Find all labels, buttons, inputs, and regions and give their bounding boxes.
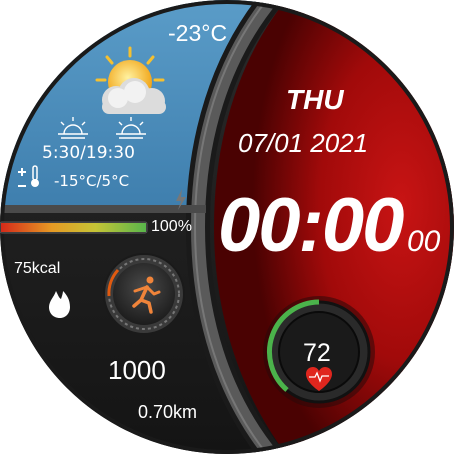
steps-count: 1000: [108, 355, 166, 385]
weekday: THU: [286, 84, 344, 115]
date: 07/01 2021: [238, 128, 369, 158]
sunrise-sunset-times: 5:30/19:30: [42, 143, 135, 163]
temperature-range: -15°C/5°C: [54, 172, 130, 190]
current-temperature: -23°C: [168, 20, 228, 46]
workout-button[interactable]: [103, 253, 185, 335]
calories-value: 75kcal: [14, 260, 61, 277]
distance-value: 0.70km: [138, 402, 198, 422]
battery-fill: [1, 223, 146, 232]
battery-percentage: 100%: [151, 218, 192, 235]
clock-seconds: 00: [407, 225, 441, 258]
heart-rate-value: 72: [303, 339, 331, 367]
clock-time: 00:00: [218, 183, 404, 268]
